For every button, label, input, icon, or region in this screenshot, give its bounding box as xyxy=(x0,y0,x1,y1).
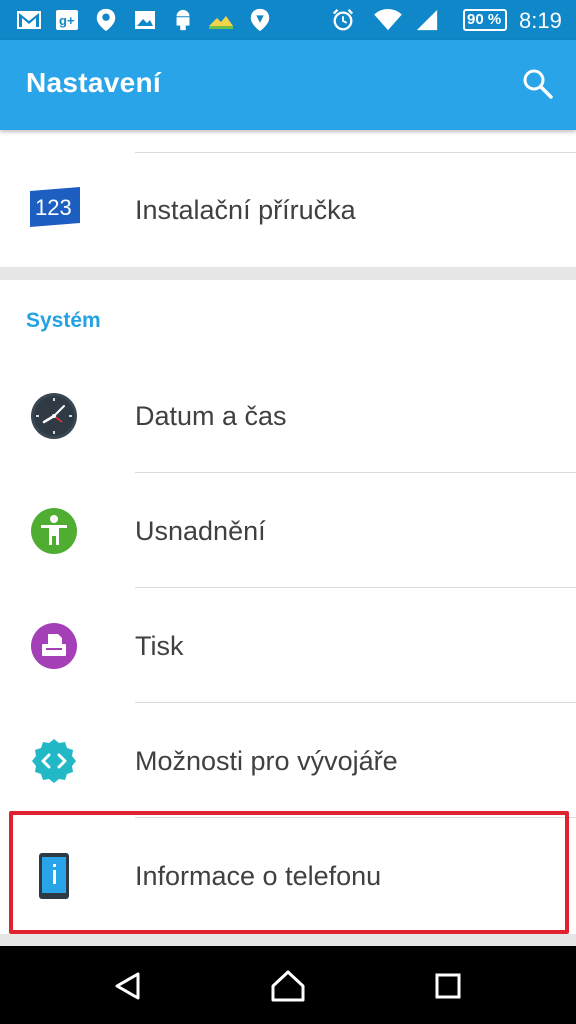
svg-text:g+: g+ xyxy=(59,13,75,28)
settings-item-label: Datum a čas xyxy=(135,401,287,431)
gallery-icon xyxy=(135,11,155,29)
section-separator xyxy=(0,267,576,280)
settings-item-label: Možnosti pro vývojáře xyxy=(135,746,398,776)
settings-item-label: Usnadnění xyxy=(135,516,266,546)
android-download-icon xyxy=(176,9,190,31)
accessibility-icon xyxy=(31,508,77,554)
recents-icon xyxy=(435,973,461,999)
signal-icon xyxy=(416,9,438,31)
navigation-bar xyxy=(0,946,576,1024)
recents-button[interactable] xyxy=(428,966,468,1006)
search-button[interactable] xyxy=(518,64,558,104)
clock-icon xyxy=(31,393,77,439)
google-plus-icon: g+ xyxy=(56,10,78,30)
settings-item-print[interactable]: Tisk xyxy=(0,588,576,702)
home-icon xyxy=(271,970,305,1002)
settings-item-date-time[interactable]: Datum a čas xyxy=(0,358,576,472)
battery-icon: 90 % xyxy=(463,9,507,31)
settings-item-label: Instalační příručka xyxy=(135,195,356,225)
status-bar: g+ 90 % 8:19 xyxy=(0,0,576,40)
setup-guide-123-icon: 123 xyxy=(30,187,80,227)
developer-options-icon xyxy=(32,739,76,783)
back-button[interactable] xyxy=(108,966,148,1006)
svg-text:123: 123 xyxy=(35,195,72,220)
back-icon xyxy=(115,972,140,1000)
location-pin-icon xyxy=(96,8,116,32)
settings-item-label: Tisk xyxy=(135,631,184,661)
settings-item-developer-options[interactable]: Možnosti pro vývojáře xyxy=(0,703,576,817)
bottom-separator xyxy=(0,934,576,946)
section-title: Systém xyxy=(26,309,101,332)
page-title: Nastavení xyxy=(26,67,161,98)
clock-time: 8:19 xyxy=(519,8,562,33)
home-button[interactable] xyxy=(268,966,308,1006)
wifi-icon xyxy=(374,9,402,31)
divider xyxy=(135,152,576,153)
highlight-box xyxy=(9,811,569,934)
weather-icon xyxy=(209,16,233,29)
settings-item-accessibility[interactable]: Usnadnění xyxy=(0,473,576,587)
battery-level: 90 % xyxy=(467,11,502,28)
search-icon xyxy=(523,69,553,99)
settings-item-setup-guide[interactable]: 123 Instalační příručka xyxy=(0,155,576,267)
gmail-icon xyxy=(17,11,41,29)
alarm-icon xyxy=(332,9,354,31)
maps-icon xyxy=(250,8,270,32)
printer-icon xyxy=(31,623,77,669)
app-bar: Nastavení xyxy=(0,40,576,130)
